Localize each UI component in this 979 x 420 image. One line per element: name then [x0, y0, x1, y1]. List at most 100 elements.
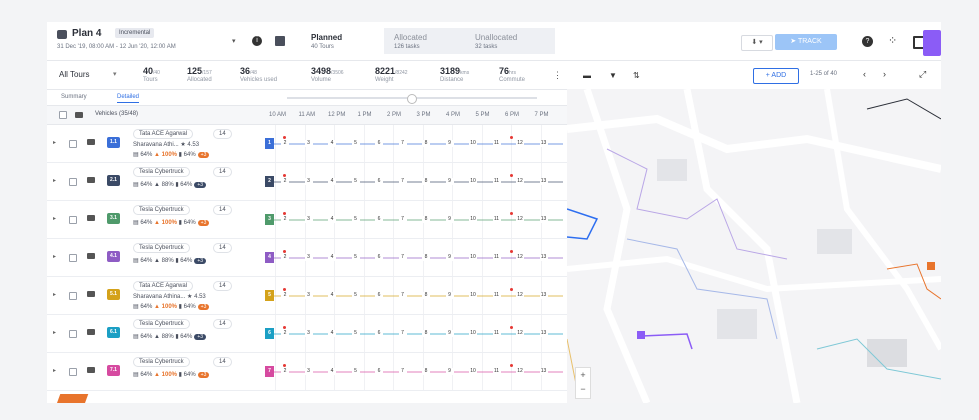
stop-marker[interactable]: 5: [351, 216, 360, 223]
tour-start-marker[interactable]: 1: [265, 138, 274, 149]
tours-filter[interactable]: All Tours: [59, 70, 90, 79]
stop-marker[interactable]: 5: [351, 140, 360, 147]
stop-marker[interactable]: 7: [398, 140, 407, 147]
tour-start-marker[interactable]: 2: [265, 176, 274, 187]
zoom-out-icon[interactable]: −: [580, 384, 585, 394]
stop-marker[interactable]: 5: [351, 330, 360, 337]
stop-marker[interactable]: 5: [351, 254, 360, 261]
tab-detailed[interactable]: Detailed: [117, 94, 140, 103]
stop-marker[interactable]: 10: [469, 254, 477, 261]
expand-row-icon[interactable]: ▸: [53, 253, 56, 260]
stop-marker[interactable]: 10: [469, 330, 477, 337]
tab-allocated[interactable]: Allocated 126 tasks: [384, 28, 470, 54]
stop-marker[interactable]: 4: [328, 292, 336, 299]
stop-marker[interactable]: 6: [375, 140, 383, 147]
stop-marker[interactable]: 11: [492, 254, 501, 261]
help-icon[interactable]: ?: [862, 36, 873, 47]
stop-marker[interactable]: 10: [469, 140, 477, 147]
tab-planned[interactable]: Planned 40 Tours: [301, 28, 381, 54]
stop-marker[interactable]: 6: [375, 254, 383, 261]
stop-marker[interactable]: 9: [445, 178, 454, 185]
stop-marker[interactable]: 10: [469, 216, 477, 223]
stop-marker[interactable]: 11: [492, 368, 501, 375]
stop-marker[interactable]: 6: [375, 368, 383, 375]
stop-marker[interactable]: 13: [539, 140, 548, 147]
expand-row-icon[interactable]: ▸: [53, 215, 56, 222]
stop-marker[interactable]: 11: [492, 140, 501, 147]
stop-marker[interactable]: 2: [281, 216, 289, 223]
tour-timeline[interactable]: 2 2 3 4 5 6 7 8 9 10 11 12 13: [265, 163, 565, 200]
tour-start-marker[interactable]: 3: [265, 214, 274, 225]
stop-marker[interactable]: 9: [445, 292, 454, 299]
expand-row-icon[interactable]: ▸: [53, 329, 56, 336]
stop-marker[interactable]: 2: [281, 254, 289, 261]
stop-marker[interactable]: 8: [422, 330, 430, 337]
row-checkbox[interactable]: [69, 216, 77, 224]
stop-marker[interactable]: 2: [281, 178, 289, 185]
stop-marker[interactable]: 2: [281, 368, 289, 375]
expand-row-icon[interactable]: ▸: [53, 177, 56, 184]
stop-marker[interactable]: 4: [328, 140, 336, 147]
stop-marker[interactable]: 8: [422, 254, 430, 261]
tour-timeline[interactable]: 1 2 3 4 5 6 7 8 9 10 11 12 13: [265, 125, 565, 162]
tour-start-marker[interactable]: 7: [265, 366, 274, 377]
tour-timeline[interactable]: 6 2 3 4 5 6 7 8 9 10 11 12 13: [265, 315, 565, 352]
stop-marker[interactable]: 11: [492, 292, 501, 299]
stop-marker[interactable]: 3: [304, 216, 313, 223]
tour-timeline[interactable]: 3 2 3 4 5 6 7 8 9 10 11 12 13: [265, 201, 565, 238]
tour-timeline[interactable]: 7 2 3 4 5 6 7 8 9 10 11 12 13: [265, 353, 565, 390]
stop-marker[interactable]: 6: [375, 178, 383, 185]
info-icon[interactable]: i: [252, 36, 262, 46]
table-row[interactable]: ▸ 6.1 Tesla Cybertruck 14 ▤ 64% ▲ 88% ▮ 64% +…: [47, 315, 567, 353]
stop-marker[interactable]: 4: [328, 330, 336, 337]
stop-marker[interactable]: 13: [539, 216, 548, 223]
grid-icon[interactable]: ⁘: [888, 34, 897, 47]
row-checkbox[interactable]: [69, 292, 77, 300]
next-page-icon[interactable]: ›: [883, 69, 886, 79]
stop-marker[interactable]: 12: [516, 254, 524, 261]
plan-title[interactable]: Plan 4: [72, 28, 101, 39]
filter-icon[interactable]: ▼: [609, 71, 617, 80]
expand-row-icon[interactable]: ▸: [53, 367, 56, 374]
stop-marker[interactable]: 7: [398, 330, 407, 337]
table-row[interactable]: ▸ 2.1 Tesla Cybertruck 14 ▤ 64% ▲ 88% ▮ 64% +…: [47, 163, 567, 201]
stop-marker[interactable]: 4: [328, 254, 336, 261]
table-row[interactable]: ▸ 3.1 Tesla Cybertruck 14 ▤ 64% ▲ 100% ▮ 64%…: [47, 201, 567, 239]
stop-marker[interactable]: 13: [539, 330, 548, 337]
stop-marker[interactable]: 5: [351, 368, 360, 375]
stop-marker[interactable]: 13: [539, 292, 548, 299]
stop-marker[interactable]: 10: [469, 292, 477, 299]
stop-marker[interactable]: 10: [469, 368, 477, 375]
stop-marker[interactable]: 4: [328, 216, 336, 223]
stop-marker[interactable]: 3: [304, 330, 313, 337]
stop-marker[interactable]: 4: [328, 178, 336, 185]
sort-icon[interactable]: ⇅: [633, 71, 640, 80]
stop-marker[interactable]: 8: [422, 216, 430, 223]
tour-timeline[interactable]: 4 2 3 4 5 6 7 8 9 10 11 12 13: [265, 239, 565, 276]
stop-marker[interactable]: 2: [281, 330, 289, 337]
layers-icon[interactable]: ▬: [583, 71, 591, 80]
stop-marker[interactable]: 12: [516, 368, 524, 375]
stop-marker[interactable]: 8: [422, 178, 430, 185]
tab-unallocated[interactable]: Unallocated 32 tasks: [465, 28, 555, 54]
row-checkbox[interactable]: [69, 178, 77, 186]
stop-marker[interactable]: 7: [398, 254, 407, 261]
table-row[interactable]: ▸ 1.1 Tata ACE Agarwal 14 Sharavana Athi... …: [47, 125, 567, 163]
stop-marker[interactable]: 9: [445, 330, 454, 337]
row-checkbox[interactable]: [69, 368, 77, 376]
tour-start-marker[interactable]: 5: [265, 290, 274, 301]
stop-marker[interactable]: 7: [398, 178, 407, 185]
tab-summary[interactable]: Summary: [61, 94, 87, 100]
stop-marker[interactable]: 8: [422, 368, 430, 375]
tour-start-marker[interactable]: 4: [265, 252, 274, 263]
row-checkbox[interactable]: [69, 330, 77, 338]
stop-marker[interactable]: 13: [539, 368, 548, 375]
stop-marker[interactable]: 2: [281, 140, 289, 147]
slider-handle[interactable]: [407, 94, 417, 104]
zoom-control[interactable]: + −: [575, 367, 591, 399]
stop-marker[interactable]: 7: [398, 216, 407, 223]
row-checkbox[interactable]: [69, 254, 77, 262]
zoom-in-icon[interactable]: +: [580, 370, 585, 380]
stop-marker[interactable]: 4: [328, 368, 336, 375]
expand-row-icon[interactable]: ▸: [53, 139, 56, 146]
